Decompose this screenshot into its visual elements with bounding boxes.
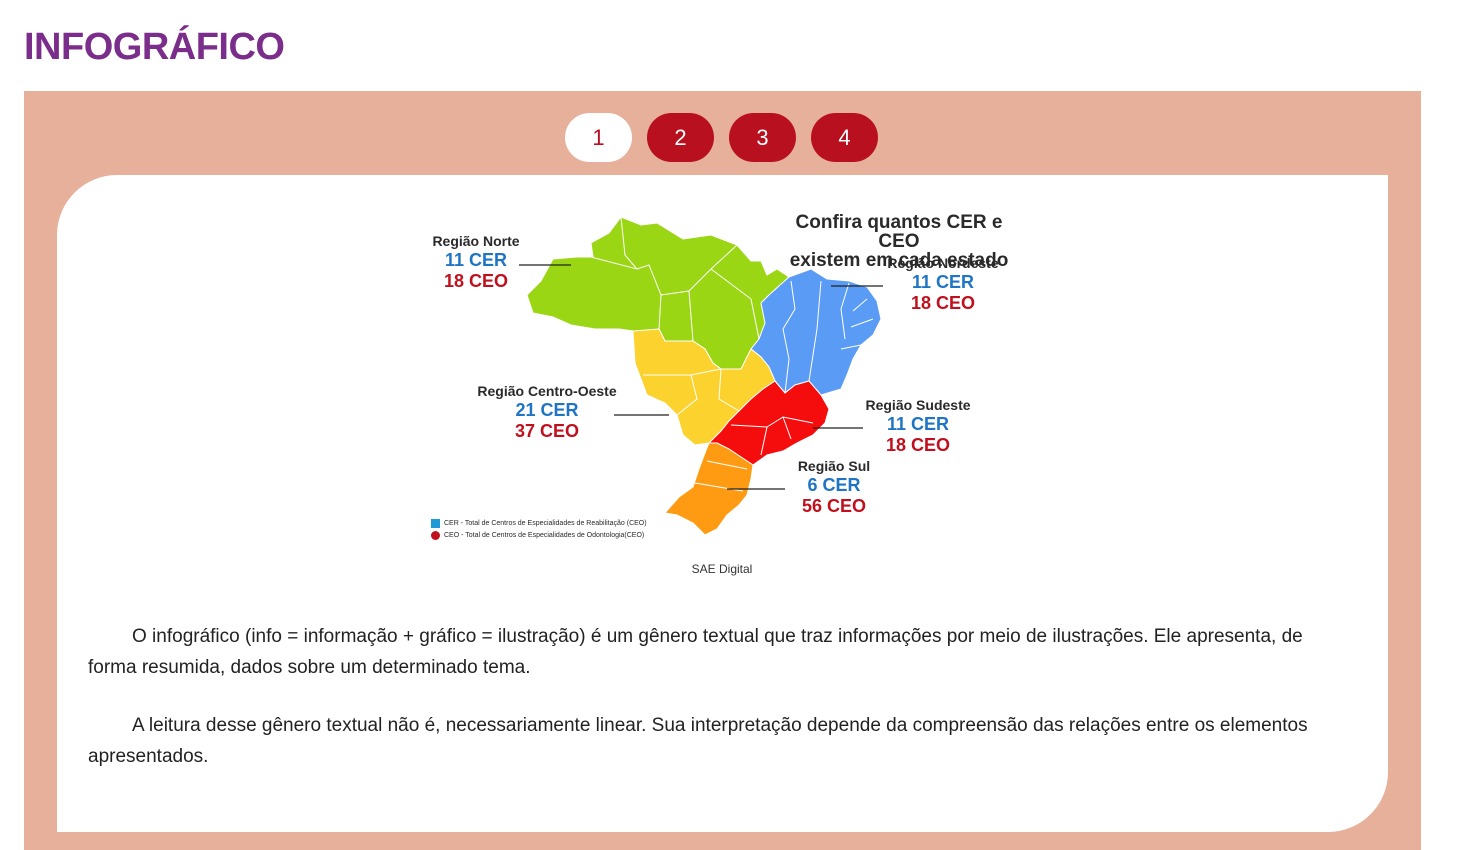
region-label-nordeste: Região Nordeste 11 CER 18 CEO: [887, 255, 999, 313]
region-label-sudeste: Região Sudeste 11 CER 18 CEO: [865, 397, 971, 455]
region-label-centro-oeste: Região Centro-Oeste 21 CER 37 CEO: [477, 383, 617, 441]
legend-row-ceo: CEO - Total de Centros de Especialidades…: [431, 529, 647, 541]
page-title: INFOGRÁFICO: [24, 26, 285, 68]
paragraph-2: A leitura desse gênero textual não é, ne…: [88, 715, 1308, 767]
pagination: 1 2 3 4: [565, 113, 878, 162]
image-credit: SAE Digital: [691, 562, 753, 576]
region-label-norte: Região Norte 11 CER 18 CEO: [432, 233, 520, 291]
infographic-panel: 1 2 3 4 Confira quantos CER e CEO existe…: [24, 91, 1421, 850]
page-button-2[interactable]: 2: [647, 113, 714, 162]
page-button-1[interactable]: 1: [565, 113, 632, 162]
content-card: Confira quantos CER e CEO existem em cad…: [57, 175, 1388, 832]
legend-swatch-cer: [431, 518, 440, 528]
region-label-sul: Região Sul 6 CER 56 CEO: [797, 458, 871, 516]
map-legend: CER - Total de Centros de Especialidades…: [431, 517, 647, 541]
paragraph-1: O infográfico (info = informação + gráfi…: [88, 626, 1303, 678]
legend-row-cer: CER - Total de Centros de Especialidades…: [431, 517, 647, 529]
page-button-4[interactable]: 4: [811, 113, 878, 162]
brazil-infographic: Confira quantos CER e CEO existem em cad…: [421, 199, 1053, 549]
page-button-3[interactable]: 3: [729, 113, 796, 162]
legend-swatch-ceo: [431, 530, 440, 540]
